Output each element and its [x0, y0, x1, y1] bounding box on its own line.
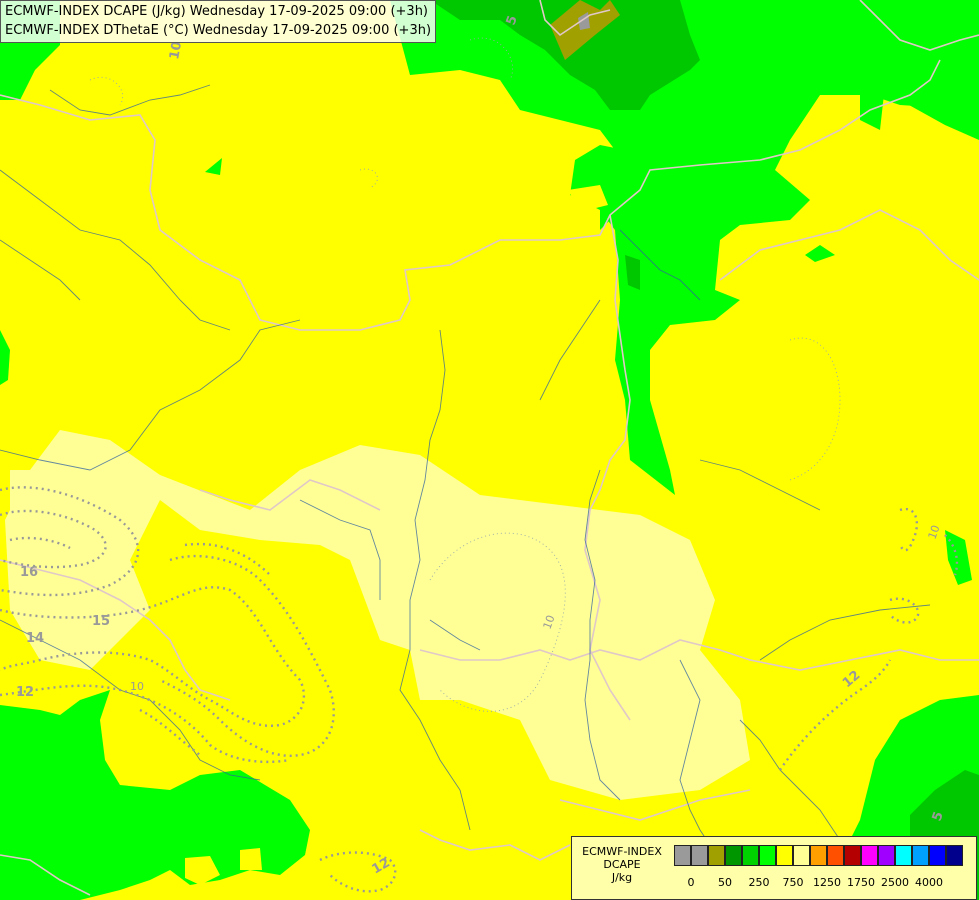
legend-swatch	[759, 845, 776, 866]
legend-tick-label: 0	[687, 876, 695, 889]
legend-swatches	[674, 845, 963, 866]
legend-tick-label: 750	[782, 876, 804, 889]
legend-swatch	[674, 845, 691, 866]
legend-swatch	[878, 845, 895, 866]
legend-tick-label: 4000	[915, 876, 943, 889]
legend-swatch	[844, 845, 861, 866]
contour-label: 10	[130, 680, 144, 693]
legend-swatch	[742, 845, 759, 866]
legend-title: ECMWF-INDEX DCAPE J/kg	[576, 845, 668, 884]
region-yellow-patch-bl	[240, 848, 262, 870]
legend-swatch	[861, 845, 878, 866]
legend-title-line3: J/kg	[611, 871, 633, 884]
legend-swatch	[912, 845, 929, 866]
legend-swatch	[827, 845, 844, 866]
legend-swatch	[793, 845, 810, 866]
legend-swatch	[708, 845, 725, 866]
legend-tick-label: 50	[718, 876, 732, 889]
legend-ticks: 0 50 250 750 1250 1750 2500 4000	[674, 876, 974, 890]
contour-label: 15	[92, 614, 110, 629]
contour-label: 14	[26, 631, 44, 646]
contour-label: 10	[167, 40, 185, 60]
legend-tick-label: 250	[748, 876, 770, 889]
dcape-map: 10 5 16 15 14 12 10 10 10 12 12 5	[0, 0, 979, 900]
map-title-box: ECMWF-INDEX DCAPE (J/kg) Wednesday 17-09…	[0, 0, 437, 43]
contour-label: 12	[16, 685, 34, 700]
legend-swatch	[691, 845, 708, 866]
legend-tick-label: 1250	[813, 876, 841, 889]
legend-swatch	[725, 845, 742, 866]
map-background	[0, 0, 979, 900]
title-line-dthetae: ECMWF-INDEX DThetaE (°C) Wednesday 17-09…	[5, 23, 432, 38]
legend-title-line1: ECMWF-INDEX	[582, 845, 662, 858]
legend-swatch	[895, 845, 912, 866]
legend-tick-label: 2500	[881, 876, 909, 889]
legend-swatch	[929, 845, 946, 866]
legend-swatch	[776, 845, 793, 866]
legend-title-line2: DCAPE	[603, 858, 641, 871]
color-legend: ECMWF-INDEX DCAPE J/kg 0 50 250 750 1250 1750…	[571, 836, 977, 900]
title-line-dcape: ECMWF-INDEX DCAPE (J/kg) Wednesday 17-09…	[5, 4, 429, 19]
legend-swatch	[946, 845, 963, 866]
legend-tick-label: 1750	[847, 876, 875, 889]
contour-label: 16	[20, 565, 38, 580]
legend-swatch	[810, 845, 827, 866]
